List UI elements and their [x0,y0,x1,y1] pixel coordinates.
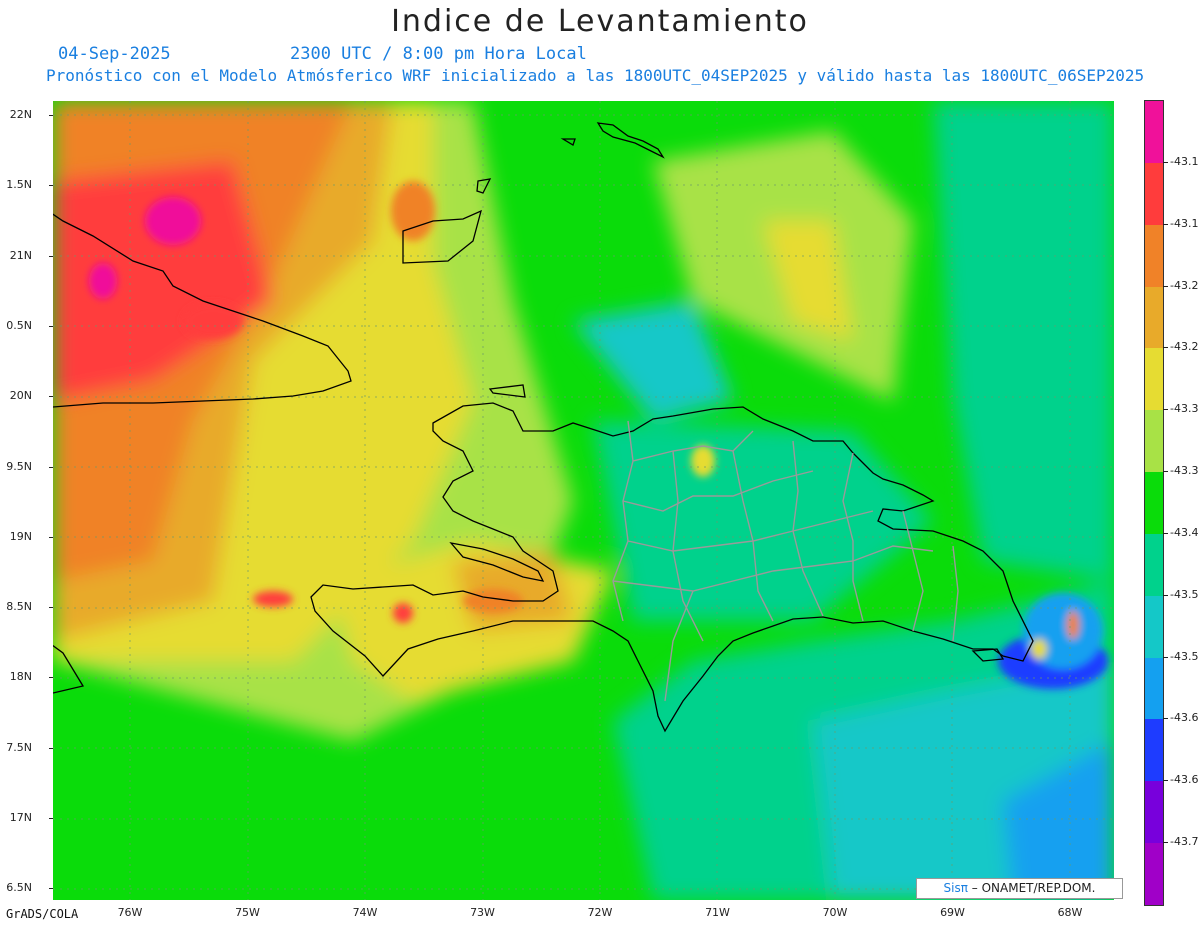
chart-title: Indice de Levantamiento [391,4,809,39]
model-description: Pronóstico con el Modelo Atmósferico WRF… [46,66,1145,85]
lat-tick [49,677,53,679]
lat-tick [49,888,53,890]
lon-label: 68W [1057,906,1083,919]
lat-label: 20N [9,389,32,403]
lat-label: 0.5N [6,318,32,332]
colorbar-tick [1163,532,1168,534]
lat-tick [49,466,53,468]
lat-label: 1.5N [6,178,32,192]
colorbar-label: -43.5 [1170,649,1199,663]
spot-storm-yellow [1031,639,1047,659]
colorbar-tick [1163,656,1168,658]
lat-tick [49,747,53,749]
lat-label: 9.5N [6,459,32,473]
lat-tick [49,185,53,187]
colorbar-tick [1163,223,1168,225]
colorbar-tick [1163,409,1168,411]
colorbar-segment [1145,162,1163,225]
colorbar-tick [1163,594,1168,596]
spot-storm-orange [1067,611,1079,639]
lon-label: 71W [705,906,730,919]
lat-tick [49,115,53,116]
colorbar-tick [1163,471,1168,473]
colorbar-label: -43.5 [1170,587,1199,601]
lat-label: 18N [9,670,32,684]
spot-red-2 [253,591,293,607]
lat-label: 22N [9,108,32,121]
lat-tick [49,536,53,538]
colorbar-label: -43.6 [1170,711,1199,725]
colorbar-label: -43.6 [1170,773,1199,787]
colorbar-tick [1163,347,1168,349]
colorbar-segment [1145,286,1163,349]
colorbar-label: -43.3 [1170,402,1199,416]
lat-tick [49,818,53,819]
colorbar-tick [1163,780,1168,782]
colorbar-label: -43.1 [1170,216,1199,230]
lifted-index-map [32,101,1114,900]
lon-label: 74W [352,906,378,919]
colorbar-segment [1145,719,1163,782]
lon-label: 73W [470,906,495,919]
colorbar-segment [1145,533,1163,596]
lat-label: 19N [9,529,32,543]
lat-label: 21N [9,248,32,262]
lon-label: 72W [587,906,613,919]
colorbar-label: -43.2 [1170,278,1199,292]
lat-label: 7.5N [6,740,32,754]
spot-red-1 [183,303,243,339]
credit-box: Sisπ – ONAMET/REP.DOM. [916,878,1123,899]
lon-label: 69W [940,906,965,919]
colorbar-segment [1145,472,1163,534]
lat-tick [49,607,53,609]
forecast-time: 2300 UTC / 8:00 pm Hora Local [290,44,587,64]
colorbar-tick [1163,842,1168,844]
lat-tick [49,255,53,257]
lat-label: 17N [9,811,32,824]
lat-tick [49,396,53,398]
spot-red-3 [393,603,413,623]
colorbar-label: -43.1 [1170,154,1199,168]
colorbar-tick [1163,161,1168,163]
spot-orange-1 [391,181,435,241]
lat-label: 6.5N [6,881,32,895]
field-gold-haiti [453,551,573,631]
colorbar-segment [1145,348,1163,411]
lon-label: 76W [117,906,143,919]
lat-label: 8.5N [6,600,32,614]
credit-sis: Sisπ [943,881,968,895]
lon-label: 70W [822,906,848,919]
spot-yellow-e [691,445,715,477]
colorbar-segment [1145,101,1163,163]
colorbar-segment [1145,224,1163,287]
colorbar-segment [1145,410,1163,473]
colorbar-segment [1145,657,1163,720]
spot-magenta-2 [89,263,117,299]
colorbar-segment [1145,595,1163,658]
colorbar-segment [1145,781,1163,844]
colorbar-label: -43.3 [1170,464,1199,478]
colorbar-label: -43.4 [1170,525,1199,539]
spot-magenta-1 [145,197,201,245]
credit-org: – ONAMET/REP.DOM. [971,881,1096,895]
lon-label: 75W [235,906,260,919]
colorbar-label: -43.7 [1170,835,1199,849]
colorbar-tick [1163,285,1168,287]
colorbar-tick [1163,718,1168,720]
lat-tick [49,325,53,327]
forecast-date: 04-Sep-2025 [58,44,171,64]
colorbar [1144,100,1164,906]
grads-footer: GrADS/COLA [6,907,79,921]
colorbar-segment [1145,843,1163,905]
map-svg [32,101,1114,900]
colorbar-label: -43.2 [1170,340,1199,354]
